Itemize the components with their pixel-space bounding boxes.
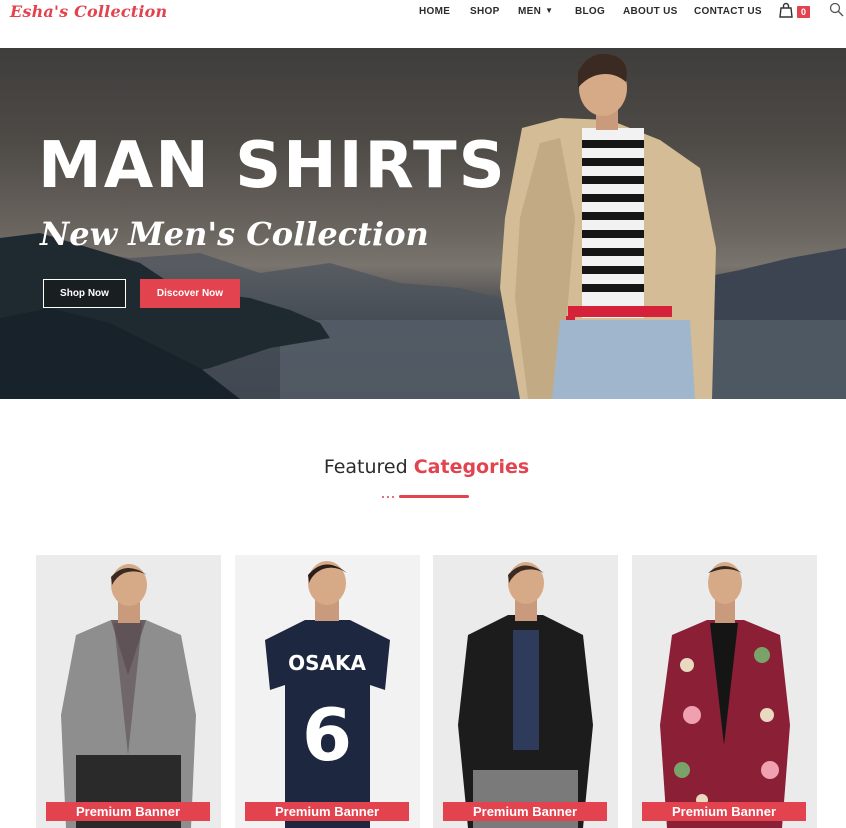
nav-men-label: MEN [518,6,542,17]
chevron-down-icon: ▼ [545,6,554,15]
site-logo[interactable]: Esha's Collection [10,2,167,21]
nav-men[interactable]: MEN ▼ [518,6,553,17]
category-card-osaka-tee[interactable]: OSAKA 6 Premium Banner [235,555,420,828]
svg-text:6: 6 [302,693,352,777]
category-card-black-jacket[interactable]: Premium Banner [433,555,618,828]
category-label[interactable]: Premium Banner [245,802,409,821]
divider-line [399,495,469,498]
category-image [433,555,618,828]
category-label[interactable]: Premium Banner [642,802,806,821]
category-image [632,555,817,828]
cart-count-badge: 0 [797,6,810,18]
hero-subtitle: New Men's Collection [40,215,429,253]
category-label[interactable]: Premium Banner [443,802,607,821]
category-card-floral-blazer[interactable]: Premium Banner [632,555,817,828]
discover-now-button[interactable]: Discover Now [140,279,240,308]
divider-dot [387,496,389,498]
hero-banner: MAN SHIRTS New Men's Collection Shop Now… [0,48,846,399]
shopping-bag-icon[interactable] [778,2,794,18]
category-card-grey-blazer[interactable]: Premium Banner [36,555,221,828]
striped-shirt [582,128,644,318]
featured-categories-heading: Featured Categories [0,456,846,478]
category-label[interactable]: Premium Banner [46,802,210,821]
divider-dot [392,496,394,498]
nav-about-us[interactable]: ABOUT US [623,6,678,17]
category-image: OSAKA 6 [235,555,420,828]
search-icon[interactable] [829,2,844,17]
divider-dot [382,496,384,498]
heading-plain: Featured [323,456,408,478]
category-image [36,555,221,828]
nav-blog[interactable]: BLOG [575,6,605,17]
nav-shop[interactable]: SHOP [470,6,500,17]
nav-home[interactable]: HOME [419,6,450,17]
heading-divider [382,495,472,499]
nav-contact-us[interactable]: CONTACT US [694,6,762,17]
site-header: Esha's Collection HOME SHOP MEN ▼ BLOG AB… [0,0,846,48]
shop-now-button[interactable]: Shop Now [43,279,126,308]
svg-text:OSAKA: OSAKA [288,651,366,675]
heading-accent: Categories [413,456,530,478]
hero-title: MAN SHIRTS [38,129,507,203]
